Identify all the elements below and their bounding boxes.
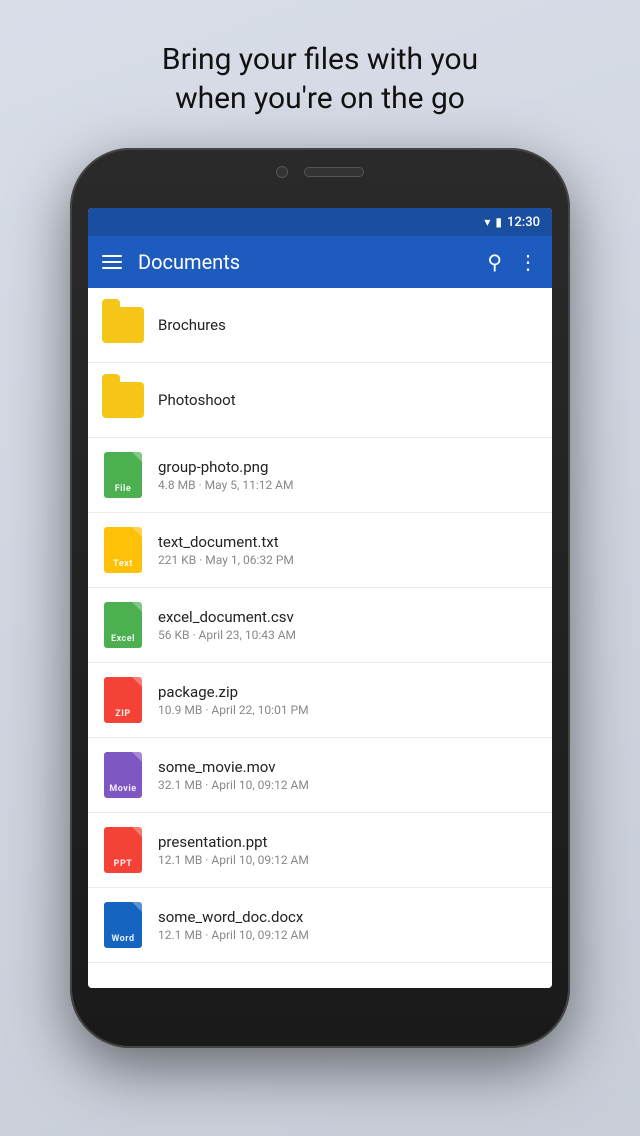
status-bar: ▾ ▮ 12:30 [88, 208, 552, 236]
file-meta-f3: 56 KB · April 23, 10:43 AM [158, 628, 538, 642]
file-meta-f4: 10.9 MB · April 22, 10:01 PM [158, 703, 538, 717]
file-type-icon-f2: Text [102, 525, 144, 575]
file-info-f4: package.zip 10.9 MB · April 22, 10:01 PM [158, 683, 538, 717]
file-item-f6[interactable]: PPT presentation.ppt 12.1 MB · April 10,… [88, 813, 552, 888]
status-icons: ▾ ▮ 12:30 [484, 215, 540, 230]
app-bar-actions: ⚲ ⋮ [487, 250, 538, 274]
file-meta-f7: 12.1 MB · April 10, 09:12 AM [158, 928, 538, 942]
file-type-icon-f4: ZIP [102, 675, 144, 725]
file-name-f5: some_movie.mov [158, 758, 538, 776]
tagline: Bring your files with you when you're on… [102, 0, 538, 138]
search-icon[interactable]: ⚲ [487, 250, 502, 274]
file-info-f7: some_word_doc.docx 12.1 MB · April 10, 0… [158, 908, 538, 942]
file-info-f6: presentation.ppt 12.1 MB · April 10, 09:… [158, 833, 538, 867]
folder-shape [102, 307, 144, 343]
file-type-icon-f6: PPT [102, 825, 144, 875]
folder-icon [102, 375, 144, 425]
phone-screen: ▾ ▮ 12:30 Documents ⚲ ⋮ [88, 208, 552, 988]
file-list: Brochures Photoshoot File [88, 288, 552, 988]
time-display: 12:30 [507, 215, 540, 230]
wifi-icon: ▾ [484, 215, 490, 229]
app-title: Documents [138, 250, 471, 274]
file-name-f1: group-photo.png [158, 458, 538, 476]
phone-mockup: ▾ ▮ 12:30 Documents ⚲ ⋮ [70, 148, 570, 1048]
file-name-f2: text_document.txt [158, 533, 538, 551]
file-item-f3[interactable]: Excel excel_document.csv 56 KB · April 2… [88, 588, 552, 663]
speaker-grill [304, 167, 364, 177]
phone-shell: ▾ ▮ 12:30 Documents ⚲ ⋮ [70, 148, 570, 1048]
folder-item-photoshoot[interactable]: Photoshoot [88, 363, 552, 438]
file-item-f1[interactable]: File group-photo.png 4.8 MB · May 5, 11:… [88, 438, 552, 513]
file-name-f7: some_word_doc.docx [158, 908, 538, 926]
file-info-f3: excel_document.csv 56 KB · April 23, 10:… [158, 608, 538, 642]
file-item-f7[interactable]: Word some_word_doc.docx 12.1 MB · April … [88, 888, 552, 963]
file-info-f2: text_document.txt 221 KB · May 1, 06:32 … [158, 533, 538, 567]
camera-dot [276, 166, 288, 178]
file-name-f6: presentation.ppt [158, 833, 538, 851]
battery-icon: ▮ [495, 215, 502, 229]
folder-name: Photoshoot [158, 391, 538, 409]
file-info-f5: some_movie.mov 32.1 MB · April 10, 09:12… [158, 758, 538, 792]
file-type-icon-f7: Word [102, 900, 144, 950]
more-options-icon[interactable]: ⋮ [518, 250, 538, 274]
folder-item-brochures[interactable]: Brochures [88, 288, 552, 363]
folder-icon [102, 300, 144, 350]
file-type-icon-f3: Excel [102, 600, 144, 650]
file-name-f3: excel_document.csv [158, 608, 538, 626]
file-name-f4: package.zip [158, 683, 538, 701]
phone-top-bar [276, 166, 364, 178]
folder-shape [102, 382, 144, 418]
file-meta-f2: 221 KB · May 1, 06:32 PM [158, 553, 538, 567]
file-item-f4[interactable]: ZIP package.zip 10.9 MB · April 22, 10:0… [88, 663, 552, 738]
file-info-f1: group-photo.png 4.8 MB · May 5, 11:12 AM [158, 458, 538, 492]
file-meta-f1: 4.8 MB · May 5, 11:12 AM [158, 478, 538, 492]
folder-info: Brochures [158, 316, 538, 334]
file-item-f2[interactable]: Text text_document.txt 221 KB · May 1, 0… [88, 513, 552, 588]
file-type-icon-f1: File [102, 450, 144, 500]
file-meta-f6: 12.1 MB · April 10, 09:12 AM [158, 853, 538, 867]
hamburger-menu-icon[interactable] [102, 255, 122, 269]
app-bar: Documents ⚲ ⋮ [88, 236, 552, 288]
folder-info: Photoshoot [158, 391, 538, 409]
file-meta-f5: 32.1 MB · April 10, 09:12 AM [158, 778, 538, 792]
file-type-icon-f5: Movie [102, 750, 144, 800]
file-item-f5[interactable]: Movie some_movie.mov 32.1 MB · April 10,… [88, 738, 552, 813]
folder-name: Brochures [158, 316, 538, 334]
